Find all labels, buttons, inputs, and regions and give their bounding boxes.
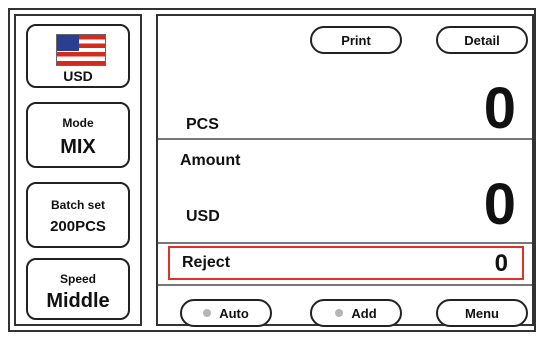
batch-set-label: Batch set	[50, 198, 106, 212]
indicator-dot-icon	[203, 309, 212, 317]
mode-button[interactable]: Mode MIX	[26, 102, 130, 168]
speed-button[interactable]: Speed Middle	[26, 258, 130, 320]
reject-label: Reject	[182, 254, 231, 271]
reject-count: 0	[494, 250, 508, 277]
amount-label: Amount	[180, 152, 241, 169]
pcs-count: 0	[483, 76, 516, 141]
currency-button[interactable]: USD	[26, 24, 130, 88]
us-flag-icon	[56, 34, 106, 66]
menu-button[interactable]: Menu	[436, 299, 528, 327]
reject-row: Reject 0	[168, 246, 524, 280]
batch-set-button[interactable]: Batch set 200PCS	[26, 182, 130, 248]
amount-value: 0	[483, 172, 516, 237]
print-button[interactable]: Print	[310, 26, 402, 54]
amount-currency-label: USD	[186, 208, 220, 225]
left-panel: USD Mode MIX Batch set 200PCS Speed Midd…	[14, 14, 142, 326]
add-button-label: Add	[351, 305, 377, 321]
currency-code: USD	[63, 68, 93, 84]
auto-button[interactable]: Auto	[180, 299, 272, 327]
speed-value: Middle	[46, 290, 110, 312]
divider	[158, 242, 532, 244]
mode-label: Mode	[62, 116, 94, 130]
divider	[158, 284, 532, 286]
add-button[interactable]: Add	[310, 299, 402, 327]
pcs-label: PCS	[186, 116, 219, 133]
mode-value: MIX	[60, 136, 96, 158]
batch-set-value: 200PCS	[50, 218, 106, 235]
auto-button-label: Auto	[219, 305, 249, 321]
main-panel: Print Detail PCS 0 Amount USD 0 Reject 0…	[156, 14, 534, 327]
detail-button[interactable]: Detail	[436, 26, 528, 54]
indicator-dot-icon	[335, 309, 344, 317]
speed-label: Speed	[59, 272, 96, 286]
divider	[158, 138, 532, 140]
